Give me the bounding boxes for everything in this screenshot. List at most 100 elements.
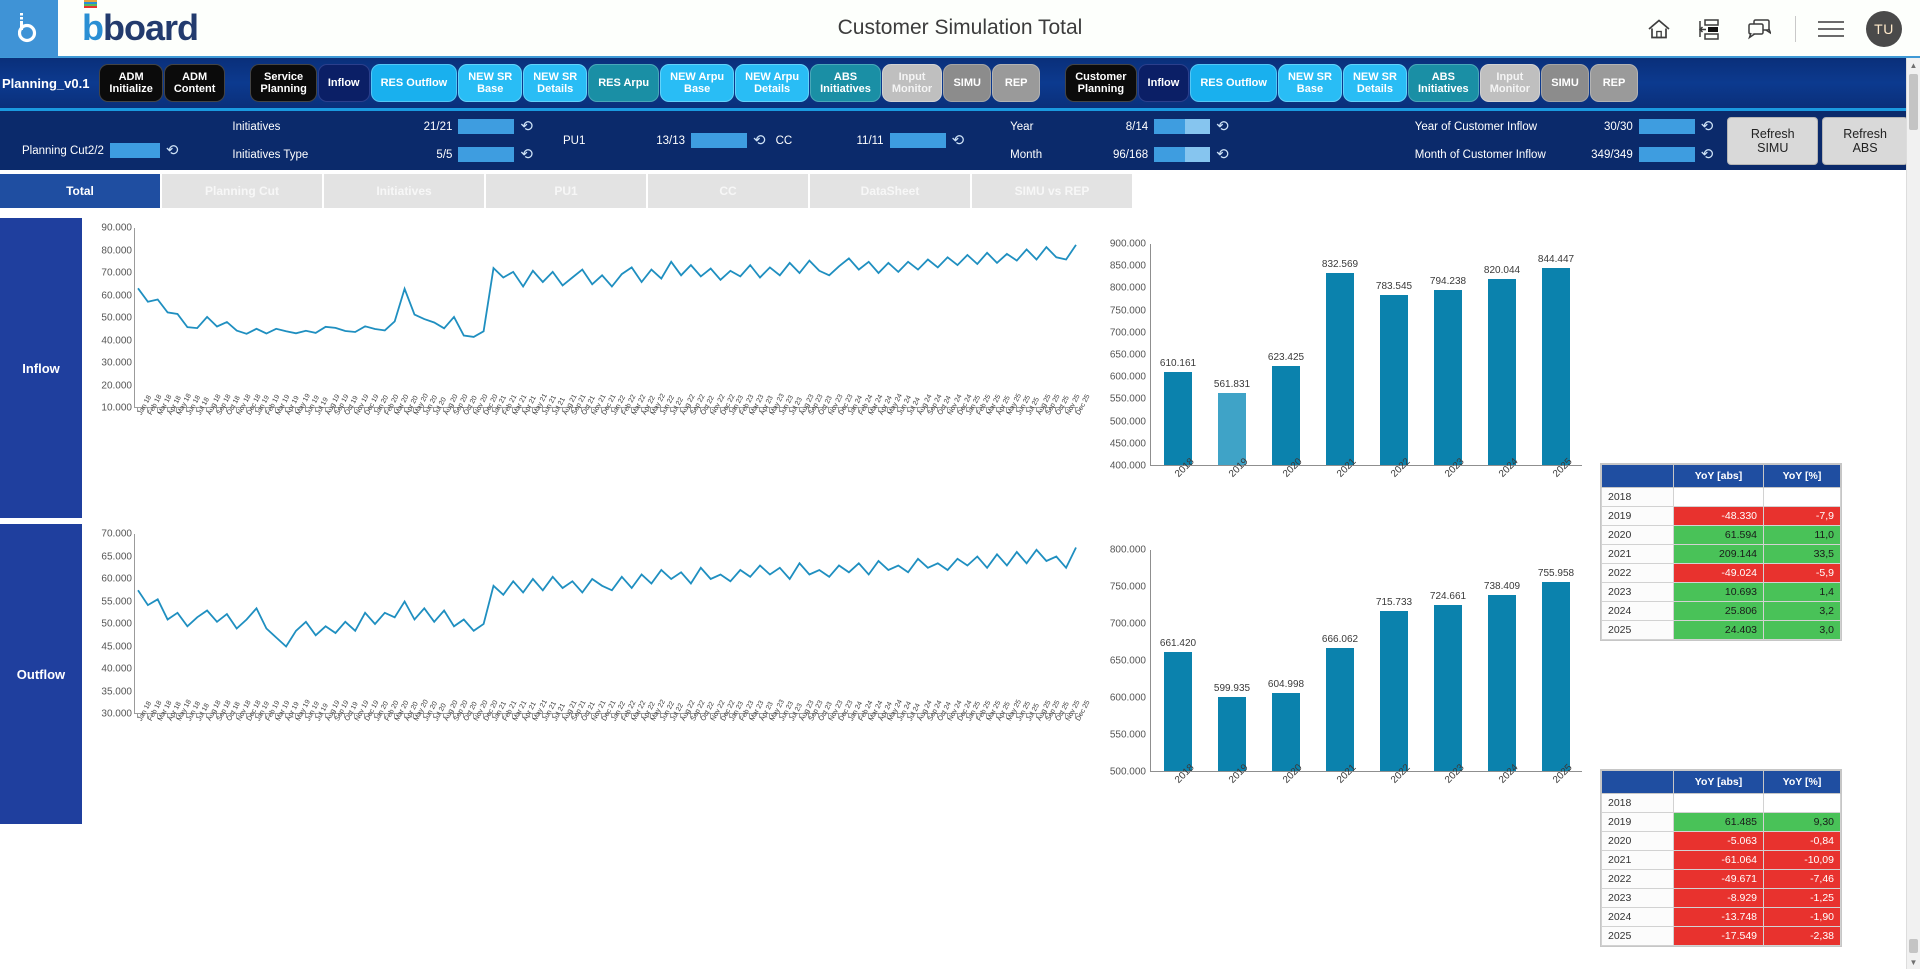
nav-tab-new-sr-details[interactable]: NEW SR Details <box>1342 64 1407 102</box>
board-app-icon[interactable] <box>0 0 58 57</box>
nav-tab-new-sr-base[interactable]: NEW SR Base <box>1277 64 1342 102</box>
table-row[interactable]: 2024 25.806 3,2 <box>1601 601 1841 621</box>
table-row[interactable]: 2025 -17.549 -2,38 <box>1601 926 1841 946</box>
filter-year-customer-inflow[interactable]: Year of Customer Inflow 30/30 ⟲ <box>1415 116 1714 138</box>
nav-tab-res-outflow[interactable]: RES Outflow <box>1190 64 1277 102</box>
nav-tab-simu[interactable]: SIMU <box>943 64 992 102</box>
outflow-yoy-table[interactable]: YoY [abs] YoY [%] 2018 2019 61.485 9,30 2020 -5… <box>1600 769 1842 947</box>
table-row[interactable]: 2019 -48.330 -7,9 <box>1601 506 1841 526</box>
nav-tab-res-outflow[interactable]: RES Outflow <box>370 64 458 102</box>
nav-tab-input-monitor[interactable]: Input Monitor <box>881 64 943 102</box>
table-row[interactable]: 2023 10.693 1,4 <box>1601 582 1841 602</box>
reset-icon[interactable]: ⟲ <box>166 143 179 158</box>
bar[interactable] <box>1541 267 1571 465</box>
view-tab-datasheet[interactable]: DataSheet <box>810 174 970 208</box>
nav-tab-abs-initiatives[interactable]: ABS Initiatives <box>810 64 881 102</box>
filter-slider[interactable] <box>1638 119 1695 134</box>
refresh-abs-button[interactable]: Refresh ABS <box>1822 116 1908 165</box>
table-row[interactable]: 2022 -49.671 -7,46 <box>1601 869 1841 889</box>
nav-tab-new-arpu-base[interactable]: NEW Arpu Base <box>660 64 735 102</box>
bar[interactable] <box>1271 365 1301 465</box>
filter-slider[interactable] <box>889 133 946 148</box>
table-row[interactable]: 2019 61.485 9,30 <box>1601 812 1841 832</box>
bar[interactable] <box>1487 278 1517 465</box>
table-row[interactable]: 2021 -61.064 -10,09 <box>1601 850 1841 870</box>
outflow-line-chart[interactable]: 30.000 35.000 40.000 45.000 50.000 55.000 60.0… <box>82 524 1092 824</box>
nav-tab-customer-planning[interactable]: Customer Planning <box>1065 64 1137 102</box>
bar[interactable] <box>1271 693 1301 771</box>
outflow-bar-chart[interactable]: 500.000 550.000 600.000 650.000 700.000 750.0… <box>1092 524 1592 824</box>
table-row[interactable]: 2023 -8.929 -1,25 <box>1601 888 1841 908</box>
nav-tab-rep[interactable]: REP <box>992 64 1041 102</box>
filter-planning-cut[interactable]: Planning Cut2/2 ⟲ <box>22 140 178 162</box>
filter-slider[interactable] <box>1154 147 1211 162</box>
filter-cc[interactable]: CC 11/11 ⟲ <box>776 130 965 152</box>
view-tab-initiatives[interactable]: Initiatives <box>324 174 484 208</box>
view-tab-simu-vs-rep[interactable]: SIMU vs REP <box>972 174 1132 208</box>
refresh-simu-button[interactable]: Refresh SIMU <box>1727 116 1819 165</box>
bar[interactable] <box>1433 604 1463 771</box>
bar[interactable] <box>1217 393 1247 465</box>
nav-tab-new-sr-base[interactable]: NEW SR Base <box>458 64 523 102</box>
bar[interactable] <box>1379 294 1409 465</box>
table-row[interactable]: 2018 <box>1601 793 1841 813</box>
view-tab-planning-cut[interactable]: Planning Cut <box>162 174 322 208</box>
nav-tab-res-arpu[interactable]: RES Arpu <box>588 64 660 102</box>
bar[interactable] <box>1325 272 1355 465</box>
filter-month-customer-inflow[interactable]: Month of Customer Inflow 349/349 ⟲ <box>1415 144 1714 166</box>
scroll-thumb[interactable] <box>1909 74 1918 130</box>
reset-icon[interactable]: ⟲ <box>1216 119 1229 134</box>
reset-icon[interactable]: ⟲ <box>952 133 965 148</box>
avatar[interactable]: TU <box>1866 11 1902 47</box>
table-row[interactable]: 2020 -5.063 -0,84 <box>1601 831 1841 851</box>
nav-tab-adm-content[interactable]: ADM Content <box>163 64 226 102</box>
scroll-up-icon[interactable]: ▲ <box>1907 58 1920 72</box>
nav-tab-new-arpu-details[interactable]: NEW Arpu Details <box>735 64 810 102</box>
bar[interactable] <box>1163 371 1193 465</box>
inflow-line-chart[interactable]: 10.000 20.000 30.000 40.000 50.000 60.000 70.0… <box>82 218 1092 518</box>
filter-pu1[interactable]: PU1 13/13 ⟲ <box>563 130 766 152</box>
filter-slider[interactable] <box>458 147 515 162</box>
reset-icon[interactable]: ⟲ <box>520 147 533 162</box>
filter-slider[interactable] <box>1154 119 1211 134</box>
filter-initiatives-type[interactable]: Initiatives Type 5/5 ⟲ <box>232 144 533 166</box>
gantt-icon[interactable] <box>1695 15 1723 43</box>
reset-icon[interactable]: ⟲ <box>1701 147 1714 162</box>
filter-initiatives[interactable]: Initiatives 21/21 ⟲ <box>232 116 533 138</box>
bar[interactable] <box>1325 648 1355 771</box>
table-row[interactable]: 2025 24.403 3,0 <box>1601 620 1841 640</box>
table-row[interactable]: 2021 209.144 33,5 <box>1601 544 1841 564</box>
reset-icon[interactable]: ⟲ <box>1216 147 1229 162</box>
nav-tab-input-monitor[interactable]: Input Monitor <box>1479 64 1541 102</box>
nav-tab-simu[interactable]: SIMU <box>1541 64 1590 102</box>
nav-tab-service-planning[interactable]: Service Planning <box>250 64 317 102</box>
nav-tab-adm-initialize[interactable]: ADM Initialize <box>99 64 163 102</box>
reset-icon[interactable]: ⟲ <box>753 133 766 148</box>
scroll-thumb-secondary[interactable] <box>1909 939 1918 953</box>
reset-icon[interactable]: ⟲ <box>1701 119 1714 134</box>
filter-slider[interactable] <box>691 133 747 148</box>
nav-tab-new-sr-details[interactable]: NEW SR Details <box>523 64 588 102</box>
bar[interactable] <box>1433 289 1463 465</box>
view-tab-total[interactable]: Total <box>0 174 160 208</box>
inflow-bar-chart[interactable]: 400.000 450.000 500.000 550.000 600.000 650.0… <box>1092 218 1592 518</box>
menu-icon[interactable] <box>1818 21 1844 37</box>
filter-slider[interactable] <box>458 119 515 134</box>
bar[interactable] <box>1163 651 1193 771</box>
bar[interactable] <box>1487 594 1517 771</box>
home-icon[interactable] <box>1645 15 1673 43</box>
table-row[interactable]: 2018 <box>1601 487 1841 507</box>
nav-tab-rep[interactable]: REP <box>1590 64 1639 102</box>
bar[interactable] <box>1541 581 1571 771</box>
nav-tab-inflow[interactable]: Inflow <box>1137 64 1190 102</box>
vertical-scrollbar[interactable]: ▲ ▼ <box>1906 58 1920 969</box>
filter-slider[interactable] <box>1638 147 1695 162</box>
reset-icon[interactable]: ⟲ <box>520 119 533 134</box>
bar[interactable] <box>1379 611 1409 771</box>
view-tab-cc[interactable]: CC <box>648 174 808 208</box>
table-row[interactable]: 2020 61.594 11,0 <box>1601 525 1841 545</box>
scroll-down-icon[interactable]: ▼ <box>1907 955 1920 969</box>
inflow-yoy-table[interactable]: YoY [abs] YoY [%] 2018 2019 -48.330 -7,9 2020 6… <box>1600 463 1842 641</box>
bar[interactable] <box>1217 697 1247 771</box>
filter-year[interactable]: Year 8/14 ⟲ <box>1010 116 1229 138</box>
